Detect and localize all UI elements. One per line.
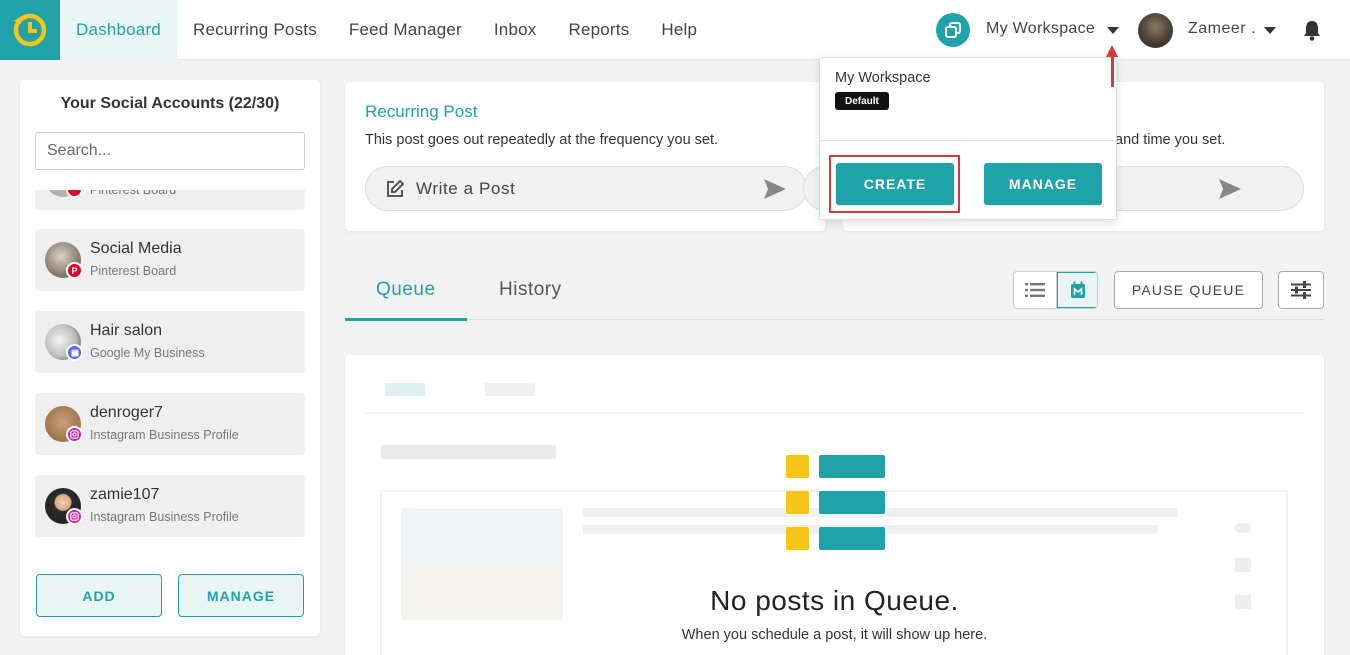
calendar-icon xyxy=(1070,281,1085,298)
workspace-chevron-down-icon[interactable] xyxy=(1107,27,1119,34)
nav-help[interactable]: Help xyxy=(645,0,713,60)
top-navigation-bar: Dashboard Recurring Posts Feed Manager I… xyxy=(0,0,1350,60)
default-badge: Default xyxy=(835,92,889,110)
social-accounts-title: Your Social Accounts (22/30) xyxy=(60,95,280,112)
google-my-business-icon xyxy=(66,344,83,361)
account-name: Hair salon xyxy=(90,322,163,339)
nav-recurring-posts[interactable]: Recurring Posts xyxy=(177,0,333,60)
recurring-post-card: Recurring Post This post goes out repeat… xyxy=(345,82,825,231)
scheduled-post-description: and time you set. xyxy=(1115,132,1226,148)
pause-queue-button[interactable]: PAUSE QUEUE xyxy=(1114,271,1263,309)
annotation-arrow-icon xyxy=(1106,45,1118,57)
accounts-search-input[interactable] xyxy=(35,132,305,170)
nav-dashboard[interactable]: Dashboard xyxy=(60,0,177,60)
annotation-arrow-shaft xyxy=(1111,56,1114,87)
notifications-bell-icon[interactable] xyxy=(1302,20,1322,46)
social-accounts-panel: Your Social Accounts (22/30) Pinterest B… xyxy=(20,80,320,636)
instagram-icon xyxy=(66,508,83,525)
manage-accounts-button[interactable]: MANAGE xyxy=(178,574,304,617)
account-type: Instagram Business Profile xyxy=(90,510,239,524)
manage-workspaces-button[interactable]: MANAGE xyxy=(984,163,1102,205)
write-recurring-post-button[interactable]: Write a Post xyxy=(365,166,807,211)
user-avatar[interactable] xyxy=(1138,13,1173,48)
account-type: Pinterest Board xyxy=(90,190,177,197)
view-toggle xyxy=(1013,271,1098,309)
account-type: Pinterest Board xyxy=(90,264,177,278)
recurring-post-title: Recurring Post xyxy=(365,102,478,121)
empty-queue-icon xyxy=(786,455,885,550)
tab-history[interactable]: History xyxy=(499,279,562,301)
empty-queue-title: No posts in Queue. xyxy=(710,585,959,616)
send-icon xyxy=(1219,179,1241,199)
instagram-icon xyxy=(66,426,83,443)
clock-logo-icon xyxy=(13,13,47,47)
empty-queue-subtitle: When you schedule a post, it will show u… xyxy=(681,627,988,643)
recurring-post-description: This post goes out repeatedly at the fre… xyxy=(365,132,719,148)
list-view-button[interactable] xyxy=(1014,272,1057,308)
dropdown-divider xyxy=(820,140,1116,141)
send-icon xyxy=(764,179,786,199)
calendar-view-button[interactable] xyxy=(1057,272,1097,308)
workspace-name[interactable]: My Workspace xyxy=(835,70,931,86)
accounts-list[interactable]: Pinterest Board P Social Media Pinterest… xyxy=(35,190,305,560)
nav-inbox[interactable]: Inbox xyxy=(478,0,553,60)
tab-active-indicator xyxy=(345,318,467,321)
account-type: Google My Business xyxy=(90,346,205,360)
edit-icon xyxy=(387,179,405,197)
account-name: zamie107 xyxy=(90,486,160,503)
queue-settings-button[interactable] xyxy=(1278,271,1324,309)
pinterest-icon xyxy=(66,190,83,198)
workspace-dropdown: My Workspace Default CREATE MANAGE xyxy=(819,57,1117,220)
account-item-zamie107[interactable]: zamie107 Instagram Business Profile xyxy=(35,475,305,537)
workspace-switch-icon[interactable] xyxy=(936,13,970,47)
user-menu[interactable]: Zameer . xyxy=(1188,20,1256,38)
sliders-icon xyxy=(1291,281,1311,299)
queue-panel: No posts in Queue. When you schedule a p… xyxy=(345,355,1324,655)
nav-reports[interactable]: Reports xyxy=(552,0,645,60)
account-name: Social Media xyxy=(90,240,182,257)
list-view-icon xyxy=(1025,283,1045,297)
account-name: denroger7 xyxy=(90,404,163,421)
app-logo[interactable] xyxy=(0,0,60,60)
nav-feed-manager[interactable]: Feed Manager xyxy=(333,0,478,60)
user-chevron-down-icon[interactable] xyxy=(1264,27,1276,34)
pinterest-icon: P xyxy=(66,262,83,279)
tabs-divider xyxy=(345,319,1324,320)
create-workspace-button[interactable]: CREATE xyxy=(836,163,954,205)
workspace-selector[interactable]: My Workspace xyxy=(986,20,1095,38)
account-type: Instagram Business Profile xyxy=(90,428,239,442)
account-item-denroger7[interactable]: denroger7 Instagram Business Profile xyxy=(35,393,305,455)
account-item-hair-salon[interactable]: Hair salon Google My Business xyxy=(35,311,305,373)
tab-queue[interactable]: Queue xyxy=(376,279,436,301)
add-account-button[interactable]: ADD xyxy=(36,574,162,617)
account-item-social-media[interactable]: P Social Media Pinterest Board xyxy=(35,229,305,291)
account-item-partial[interactable]: Pinterest Board xyxy=(35,190,305,210)
main-nav: Dashboard Recurring Posts Feed Manager I… xyxy=(60,0,713,60)
write-post-label: Write a Post xyxy=(416,179,516,198)
